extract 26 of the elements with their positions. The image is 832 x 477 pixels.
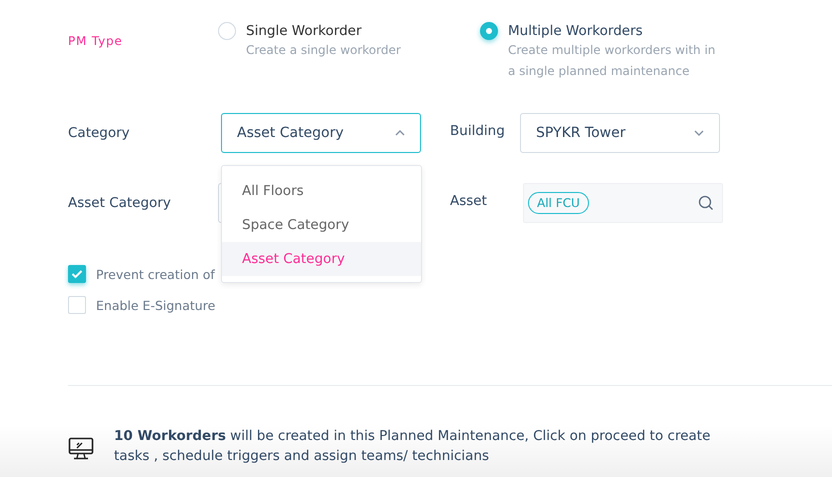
checkbox[interactable] (68, 265, 86, 283)
menu-item[interactable]: Asset Category (222, 242, 421, 276)
field-label: Building (450, 123, 506, 139)
option-title: Single Workorder (246, 22, 362, 40)
option-title: Multiple Workorders (508, 22, 644, 40)
checkbox-label: Enable E-Signature (96, 298, 216, 312)
search-icon (698, 195, 714, 211)
category-dropdown[interactable]: Asset Category (221, 113, 421, 153)
field-label: Asset Category (68, 195, 172, 211)
option-description: Create multiple workorders with in a single planned maintenance (508, 42, 716, 80)
checkbox-label: Prevent creation of (96, 266, 215, 282)
chevron-up-icon (394, 129, 406, 137)
field-label: Category (68, 125, 131, 141)
radio-button[interactable] (480, 22, 498, 40)
summary-text: 10 Workorders will be created in this Planned Maintenance, Click on proceed to create tasks , schedule triggers and assign teams/ technicians (114, 427, 712, 466)
menu-item[interactable]: Space Category (222, 208, 421, 242)
building-dropdown[interactable]: SPYKR Tower (520, 113, 720, 153)
field-label: PM Type (68, 34, 124, 50)
monitor-icon (68, 437, 94, 461)
chevron-down-icon (693, 129, 705, 137)
checkmark-icon (71, 269, 83, 279)
menu-item[interactable]: All Floors (222, 174, 421, 208)
option-description: Create a single workorder (246, 42, 402, 59)
field-label: Asset (450, 193, 488, 209)
radio-button[interactable] (218, 22, 236, 40)
checkbox[interactable] (68, 296, 86, 314)
